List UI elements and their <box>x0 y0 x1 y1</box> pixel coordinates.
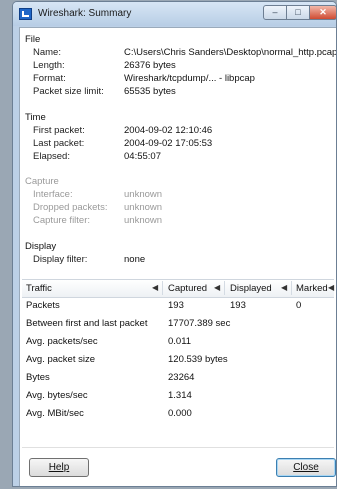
wireshark-app-icon <box>19 8 32 20</box>
file-name-value: C:\Users\Chris Sanders\Desktop\normal_ht… <box>124 47 337 58</box>
displayed-cell: 193 <box>230 300 246 311</box>
dropped-packets-value: unknown <box>124 202 163 213</box>
traffic-cell: Avg. packet size <box>26 354 96 365</box>
file-format-label: Format: <box>33 73 66 84</box>
table-row[interactable]: Avg. MBit/sec 0.000 <box>22 406 334 423</box>
elapsed-label: Elapsed: <box>33 151 70 162</box>
captured-cell: 0.000 <box>168 408 192 419</box>
traffic-cell: Avg. bytes/sec <box>26 390 88 401</box>
traffic-cell: Bytes <box>26 372 50 383</box>
table-row[interactable]: Avg. packets/sec 0.011 <box>22 334 334 351</box>
capture-section-header: Capture <box>25 176 59 187</box>
traffic-cell: Avg. MBit/sec <box>26 408 84 419</box>
table-row[interactable]: Bytes 23264 <box>22 370 334 387</box>
help-button[interactable]: Help <box>29 458 89 477</box>
elapsed-value: 04:55:07 <box>124 151 161 162</box>
display-filter-value: none <box>124 254 146 265</box>
traffic-cell: Between first and last packet <box>26 318 148 329</box>
button-separator <box>22 447 334 448</box>
column-divider[interactable] <box>162 281 163 295</box>
sort-arrow-icon[interactable]: ◀ <box>328 283 334 292</box>
interface-value: unknown <box>124 189 163 200</box>
sort-arrow-icon[interactable]: ◀ <box>281 283 287 292</box>
column-divider[interactable] <box>291 281 292 295</box>
col-captured[interactable]: Captured <box>168 283 207 294</box>
packet-size-limit-value: 65535 bytes <box>124 86 176 97</box>
file-name-label: Name: <box>33 47 61 58</box>
sort-arrow-icon[interactable]: ◀ <box>152 283 158 292</box>
table-row[interactable]: Packets 193 193 0 <box>22 298 334 315</box>
captured-cell: 193 <box>168 300 184 311</box>
capture-filter-value: unknown <box>124 215 163 226</box>
first-packet-label: First packet: <box>33 125 85 136</box>
dropped-packets-label: Dropped packets: <box>33 202 108 213</box>
file-length-label: Length: <box>33 60 65 71</box>
close-button[interactable]: Close <box>276 458 336 477</box>
table-row[interactable]: Avg. packet size 120.539 bytes <box>22 352 334 369</box>
file-section-header: File <box>25 34 41 45</box>
capture-filter-label: Capture filter: <box>33 215 91 226</box>
summary-content: File Name: C:\Users\Chris Sanders\Deskto… <box>19 27 337 486</box>
display-section-header: Display <box>25 241 57 252</box>
table-row[interactable]: Between first and last packet 17707.389 … <box>22 316 334 333</box>
captured-cell: 1.314 <box>168 390 192 401</box>
column-divider[interactable] <box>224 281 225 295</box>
close-window-button[interactable]: ✕ <box>309 5 336 20</box>
summary-window: Wireshark: Summary – □ ✕ File Name: C:\U… <box>12 1 337 487</box>
title-bar[interactable]: Wireshark: Summary – □ ✕ <box>13 2 336 26</box>
captured-cell: 23264 <box>168 372 195 383</box>
file-length-value: 26376 bytes <box>124 60 176 71</box>
table-row[interactable]: Avg. bytes/sec 1.314 <box>22 388 334 405</box>
traffic-cell: Packets <box>26 300 60 311</box>
last-packet-label: Last packet: <box>33 138 85 149</box>
first-packet-value: 2004-09-02 12:10:46 <box>124 125 213 136</box>
col-traffic[interactable]: Traffic <box>26 283 52 294</box>
marked-cell: 0 <box>296 300 302 311</box>
traffic-table-header: Traffic ◀ Captured ◀ Displayed ◀ Marked … <box>22 279 334 298</box>
interface-label: Interface: <box>33 189 73 200</box>
minimize-button[interactable]: – <box>263 5 287 20</box>
display-filter-label: Display filter: <box>33 254 88 265</box>
sort-arrow-icon[interactable]: ◀ <box>214 283 220 292</box>
time-section-header: Time <box>25 112 46 123</box>
maximize-button[interactable]: □ <box>286 5 310 20</box>
window-title: Wireshark: Summary <box>38 8 132 19</box>
traffic-cell: Avg. packets/sec <box>26 336 98 347</box>
captured-cell: 120.539 bytes <box>168 354 228 365</box>
captured-cell: 0.011 <box>168 336 192 347</box>
file-format-value: Wireshark/tcpdump/... - libpcap <box>124 73 255 84</box>
col-marked[interactable]: Marked <box>296 283 328 294</box>
col-displayed[interactable]: Displayed <box>230 283 272 294</box>
packet-size-limit-label: Packet size limit: <box>33 86 104 97</box>
last-packet-value: 2004-09-02 17:05:53 <box>124 138 213 149</box>
captured-cell: 17707.389 sec <box>168 318 231 329</box>
